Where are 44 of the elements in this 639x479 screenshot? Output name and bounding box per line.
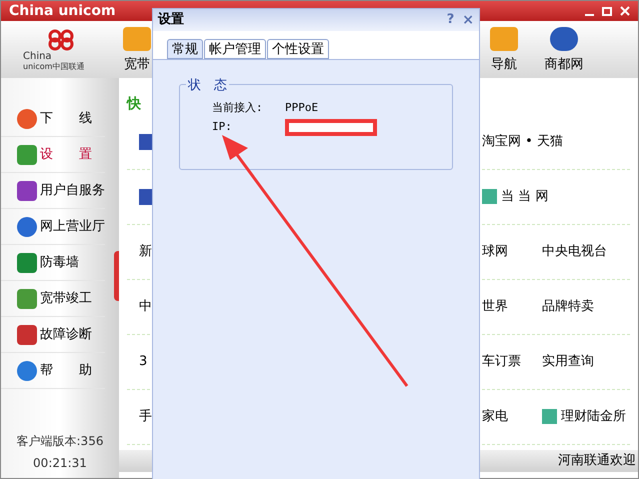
sidebar-item[interactable]: 用户自服务 (1, 173, 105, 209)
site-link[interactable]: 淘宝网 • 天猫 (482, 132, 563, 152)
tab[interactable]: 个性设置 (267, 39, 329, 59)
field-value: PPPoE (285, 100, 318, 116)
site-link[interactable]: 家电 (482, 406, 538, 426)
close-icon[interactable] (620, 6, 630, 16)
logo-text: China (23, 52, 52, 62)
help-button[interactable]: ? (446, 10, 454, 30)
sidebar-item[interactable]: 网上营业厅 (1, 209, 105, 245)
sidebar-item[interactable]: 故障诊断 (1, 317, 105, 353)
tab[interactable]: 常规 (167, 39, 203, 59)
dialog-title: 设置 (158, 11, 184, 30)
site-link[interactable]: 当 当 网 (482, 186, 548, 206)
site-link[interactable]: 车订票 (482, 352, 538, 372)
site-link[interactable]: 球网 (482, 242, 538, 262)
site-link[interactable]: 中央电视台 (542, 242, 607, 262)
section-heading: 快 (127, 95, 141, 114)
maximize-icon[interactable] (602, 6, 612, 16)
tab[interactable]: 帐户管理 (204, 39, 266, 59)
collapse-handle[interactable] (114, 251, 119, 301)
sidebar-item[interactable]: 下 线 (1, 101, 105, 137)
status-text: 河南联通欢迎 (558, 452, 636, 470)
logo-text: unicom中国联通 (23, 62, 84, 72)
version-text: 客户端版本:356 (16, 433, 104, 450)
site-link[interactable]: 世界 (482, 296, 538, 316)
field-label: 当前接入: (212, 100, 264, 116)
site-link[interactable]: 实用查询 (542, 352, 594, 372)
nav-link[interactable]: 商都网 (544, 54, 584, 74)
sidebar-item[interactable]: 设 置 (1, 137, 105, 173)
site-link[interactable]: 品牌特卖 (542, 296, 594, 316)
site-link[interactable]: 理财陆金所 (542, 406, 626, 426)
field-label: IP: (212, 119, 233, 136)
nav-link[interactable]: 宽带 (124, 54, 150, 74)
site-link[interactable]: 中 (139, 296, 152, 316)
site-link[interactable]: 新 (139, 242, 152, 262)
sidebar-item[interactable]: 帮 助 (1, 353, 105, 389)
site-link[interactable]: 手 (139, 406, 152, 426)
site-link[interactable]: 3 (139, 352, 148, 372)
nav-link[interactable]: 导航 (491, 54, 517, 74)
time-text: 00:21:31 (33, 455, 87, 472)
sidebar-item[interactable]: 宽带竣工 (1, 281, 105, 317)
close-button[interactable]: × (462, 10, 474, 30)
sidebar-item[interactable]: 防毒墙 (1, 245, 105, 281)
window-title: China unicom (9, 2, 116, 20)
